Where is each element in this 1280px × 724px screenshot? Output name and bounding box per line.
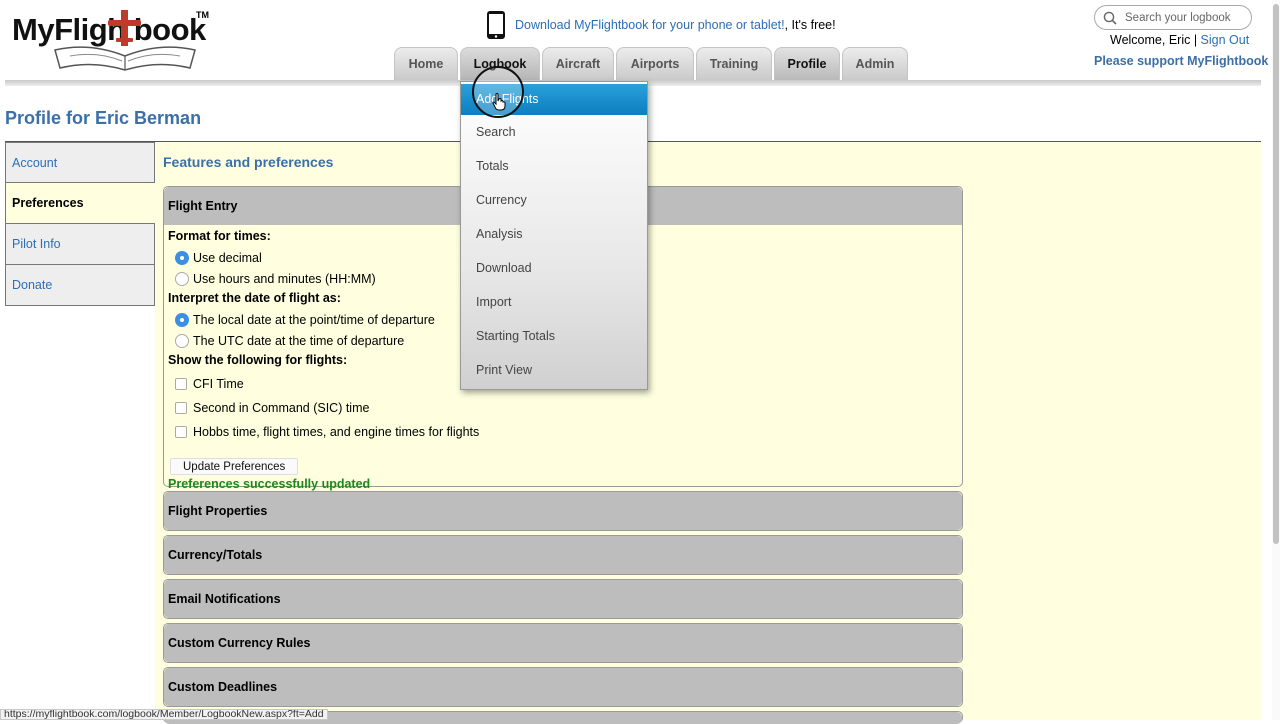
option-label: The local date at the point/time of depa… bbox=[193, 313, 435, 327]
logbook-dropdown-menu: Add Flights Search Totals Currency Analy… bbox=[460, 81, 648, 390]
checkbox-hobbs-time[interactable] bbox=[175, 425, 187, 438]
tab-profile[interactable]: Profile bbox=[774, 47, 840, 81]
option-label: Use decimal bbox=[193, 251, 262, 265]
update-preferences-button[interactable]: Update Preferences bbox=[170, 458, 299, 475]
sign-out-link[interactable]: Sign Out bbox=[1201, 33, 1250, 47]
tab-home[interactable]: Home bbox=[394, 47, 458, 81]
option-label: Use hours and minutes (HH:MM) bbox=[193, 272, 376, 286]
menu-item-search[interactable]: Search bbox=[461, 115, 647, 149]
side-item-account[interactable]: Account bbox=[5, 142, 155, 183]
search-icon bbox=[1103, 11, 1117, 25]
profile-side-nav: Account Preferences Pilot Info Donate bbox=[5, 142, 155, 306]
tab-admin[interactable]: Admin bbox=[842, 47, 908, 81]
main-tabs: Home Logbook Aircraft Airports Training … bbox=[394, 47, 908, 81]
side-item-preferences[interactable]: Preferences bbox=[5, 183, 155, 224]
checkbox-cfi-time[interactable] bbox=[175, 377, 187, 390]
tab-airports[interactable]: Airports bbox=[616, 47, 694, 81]
currency-totals-panel[interactable]: Currency/Totals bbox=[163, 535, 963, 575]
option-label: The UTC date at the time of departure bbox=[193, 334, 405, 348]
trademark: TM bbox=[196, 10, 209, 20]
radio-utc-date[interactable] bbox=[175, 334, 189, 348]
scrollbar-thumb[interactable] bbox=[1273, 4, 1279, 544]
phone-icon bbox=[487, 11, 505, 39]
mobile-promo: Download MyFlightbook for your phone or … bbox=[486, 10, 836, 40]
tab-aircraft[interactable]: Aircraft bbox=[542, 47, 614, 81]
menu-item-analysis[interactable]: Analysis bbox=[461, 217, 647, 251]
menu-item-import[interactable]: Import bbox=[461, 285, 647, 319]
panel-header[interactable]: Currency/Totals bbox=[164, 536, 962, 574]
page-title: Profile for Eric Berman bbox=[5, 108, 202, 128]
status-bar-url: https://myflightbook.com/logbook/Member/… bbox=[0, 709, 328, 720]
hand-cursor-icon bbox=[492, 93, 506, 111]
welcome-text: Welcome, Eric | bbox=[1110, 33, 1201, 47]
flight-properties-panel[interactable]: Flight Properties bbox=[163, 491, 963, 531]
option-label: CFI Time bbox=[193, 376, 244, 391]
panel-header[interactable]: Custom Deadlines bbox=[164, 668, 962, 706]
preferences-content: Features and preferences Flight Entry Fo… bbox=[155, 142, 1261, 724]
option-sic-time[interactable]: Second in Command (SIC) time bbox=[168, 396, 958, 419]
radio-use-hhmm[interactable] bbox=[175, 272, 189, 286]
book-icon bbox=[54, 46, 196, 71]
radio-local-date[interactable] bbox=[175, 313, 189, 327]
menu-item-print-view[interactable]: Print View bbox=[461, 353, 647, 387]
myflightbook-logo[interactable]: MyFligh book TM bbox=[10, 6, 210, 72]
welcome-bar: Welcome, Eric | Sign Out bbox=[1110, 33, 1249, 47]
option-hobbs-time[interactable]: Hobbs time, flight times, and engine tim… bbox=[168, 420, 958, 443]
menu-item-download[interactable]: Download bbox=[461, 251, 647, 285]
custom-currency-rules-panel[interactable]: Custom Currency Rules bbox=[163, 623, 963, 663]
option-label: Second in Command (SIC) time bbox=[193, 400, 370, 415]
tab-training[interactable]: Training bbox=[696, 47, 772, 81]
side-item-donate[interactable]: Donate bbox=[5, 265, 155, 306]
side-item-pilot-info[interactable]: Pilot Info bbox=[5, 224, 155, 265]
promo-suffix: , It's free! bbox=[784, 18, 836, 32]
search-input[interactable] bbox=[1123, 10, 1243, 25]
panel-header[interactable]: Flight Properties bbox=[164, 492, 962, 530]
radio-use-decimal[interactable] bbox=[175, 251, 189, 265]
custom-deadlines-panel[interactable]: Custom Deadlines bbox=[163, 667, 963, 707]
content-heading: Features and preferences bbox=[163, 154, 334, 170]
email-notifications-panel[interactable]: Email Notifications bbox=[163, 579, 963, 619]
menu-item-currency[interactable]: Currency bbox=[461, 183, 647, 217]
panel-header[interactable]: Custom Currency Rules bbox=[164, 624, 962, 662]
panel-header[interactable]: Email Notifications bbox=[164, 580, 962, 618]
menu-item-totals[interactable]: Totals bbox=[461, 149, 647, 183]
logbook-search[interactable] bbox=[1094, 5, 1252, 30]
support-link[interactable]: Please support MyFlightbook bbox=[1094, 54, 1268, 68]
checkbox-sic-time[interactable] bbox=[175, 401, 187, 414]
menu-item-starting-totals[interactable]: Starting Totals bbox=[461, 319, 647, 353]
download-app-link[interactable]: Download MyFlightbook for your phone or … bbox=[515, 18, 785, 32]
option-label: Hobbs time, flight times, and engine tim… bbox=[193, 424, 480, 439]
